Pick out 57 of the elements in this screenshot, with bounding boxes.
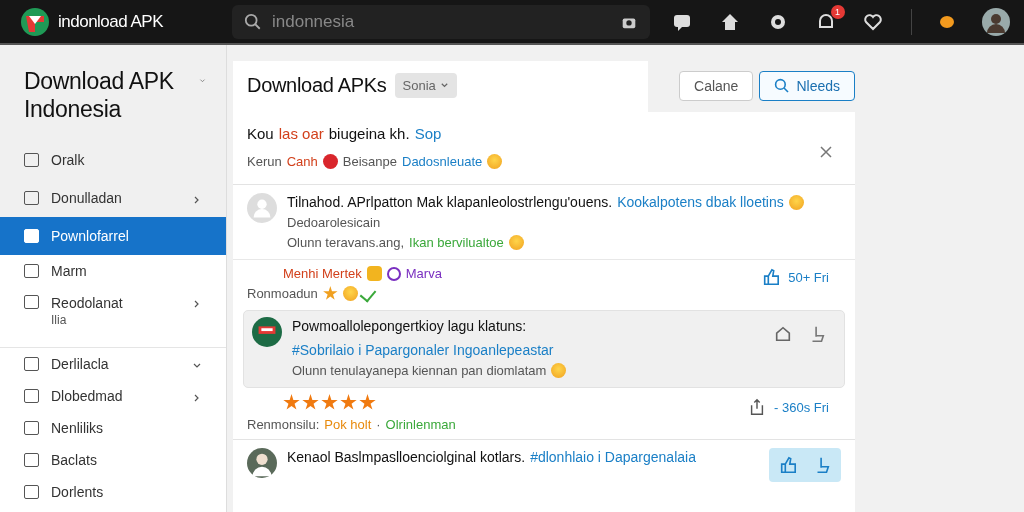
- logo-icon: [252, 317, 282, 347]
- meta-text: Renmonsilu:: [247, 416, 320, 434]
- status-icon[interactable]: [940, 15, 955, 28]
- link-text: #Sobrilaio i Papargonaler Ingoanlepeastar: [292, 341, 554, 360]
- search-input[interactable]: indonnesia: [270, 10, 612, 33]
- link-text: #dlonhlaio i Dapargenalaia: [530, 448, 696, 467]
- smiley-icon: [788, 195, 804, 210]
- link-text: Sop: [414, 124, 442, 143]
- post-text: biugeina kh.: [328, 124, 410, 143]
- status-text: Ikan bervilualtoe: [409, 234, 504, 252]
- meta-text: Olunn teravans.ang,: [287, 234, 405, 252]
- share-count: 50+ Fri: [788, 269, 829, 285]
- meta-text: Ronmoadun: [247, 285, 318, 303]
- smiley-icon: [487, 154, 503, 169]
- sidebar-title: Download APK Indonesia: [24, 67, 175, 123]
- sidebar-item[interactable]: Donulladan: [0, 179, 226, 217]
- author-name: las oar: [278, 124, 324, 143]
- smiley-icon: [551, 363, 567, 378]
- post-text: Kou: [247, 124, 274, 143]
- meta-text: Dedoarolesicain: [287, 214, 381, 232]
- status-text: Olrinlenman: [385, 416, 456, 434]
- filter-dropdown[interactable]: Sonia: [394, 73, 457, 98]
- user-name: Marva: [405, 265, 442, 283]
- smiley-icon: [342, 286, 358, 301]
- action-button[interactable]: Calane: [679, 71, 754, 101]
- search-field[interactable]: indonnesia: [232, 4, 650, 39]
- sidebar-item[interactable]: Oralk: [0, 141, 226, 179]
- meta-text: Beisanpe: [342, 153, 397, 171]
- avatar-icon[interactable]: [981, 7, 1010, 36]
- post-text: Powmoallolepongertkioy lagu klatuns:: [292, 317, 527, 336]
- notification-badge: 1: [830, 4, 845, 19]
- meta-text: ·: [376, 416, 381, 434]
- link-text: Kookalpotens dbak lloetins: [617, 193, 784, 212]
- search-icon: [244, 12, 262, 31]
- search-button[interactable]: Nleeds: [759, 71, 855, 101]
- post-text: Tilnahod. APrlpatton Mak klapanleolostrlengu'ouens.: [287, 193, 613, 212]
- logo-icon: [20, 6, 50, 37]
- share-count: - 360s Fri: [774, 399, 829, 415]
- page-title: Download APKs: [247, 74, 387, 97]
- meta-text: Kerun: [247, 153, 282, 171]
- like-icon[interactable]: [762, 268, 781, 286]
- caret-icon: [439, 81, 449, 90]
- author-name: Canh: [286, 153, 318, 171]
- like-icon[interactable]: [779, 456, 797, 474]
- search-icon: [774, 78, 791, 94]
- avatar-icon: [247, 193, 277, 223]
- avatar-icon: [247, 448, 277, 478]
- post-text: Kenaol Baslmpaslloenciolginal kotlars.: [287, 448, 526, 467]
- close-icon[interactable]: [819, 145, 833, 159]
- house-icon[interactable]: [774, 325, 792, 343]
- sidebar-item[interactable]: Pownlofarrel: [0, 217, 226, 255]
- author-name: Menhi Mertek: [283, 265, 362, 283]
- link-text: Dadosnleuate: [402, 153, 483, 171]
- meta-text: Olunn tenulayanepa kiennan pan diomlatam: [292, 362, 547, 380]
- app-name: indonload APK: [58, 11, 164, 32]
- tag-text: Pok holt: [324, 416, 372, 434]
- smiley-icon: [508, 235, 524, 250]
